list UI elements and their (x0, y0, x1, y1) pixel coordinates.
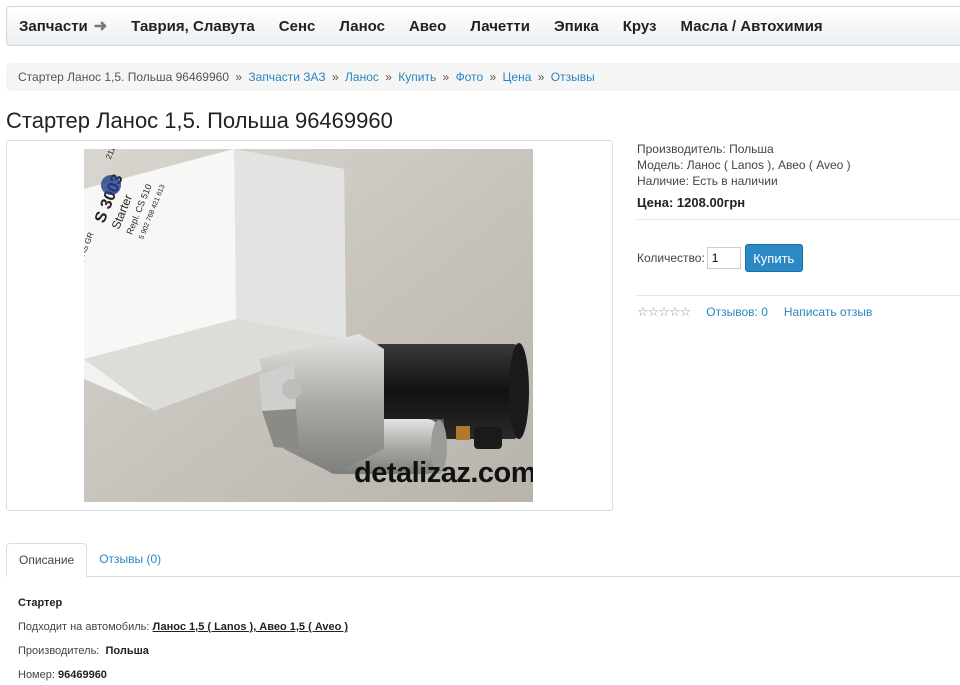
model: Модель: Ланос ( Lanos ), Авео ( Aveo ) (637, 158, 851, 172)
breadcrumb-separator: » (235, 70, 243, 84)
breadcrumb-link-lanos[interactable]: Ланос (345, 70, 379, 84)
maker-value: Польша (105, 645, 149, 657)
description-heading: Стартер (18, 597, 63, 609)
quantity-label: Количество: (637, 251, 705, 265)
nav-item-lanos[interactable]: Ланос (339, 18, 385, 35)
fits-label: Подходит на автомобиль: (18, 621, 150, 633)
number-label: Номер: (18, 669, 55, 681)
tab-description[interactable]: Описание (6, 543, 88, 577)
nav-item-epica[interactable]: Эпика (554, 18, 599, 35)
price: Цена: 1208.00грн (637, 195, 746, 210)
buy-button[interactable]: Купить (744, 244, 803, 272)
quantity-row: Количество: Купить (637, 244, 803, 272)
reviews-count-link[interactable]: Отзывов: 0 (706, 305, 768, 319)
breadcrumb-separator: » (442, 70, 450, 84)
page-title: Стартер Ланос 1,5. Польша 96469960 (6, 108, 393, 133)
breadcrumb-separator: » (385, 70, 392, 84)
divider (637, 295, 960, 296)
nav-item-label: Запчасти (19, 17, 88, 35)
rating-row: ☆☆☆☆☆ Отзывов: 0 Написать отзыв (637, 304, 888, 320)
maker-label: Производитель: (18, 645, 100, 657)
breadcrumb-separator: » (489, 70, 497, 84)
nav-item-sens[interactable]: Сенс (279, 18, 316, 35)
breadcrumb: Стартер Ланос 1,5. Польша 96469960 » Зап… (6, 63, 960, 91)
star-rating-icon: ☆☆☆☆☆ (637, 304, 691, 319)
tab-bar: Описание Отзывы (0) (6, 543, 960, 577)
availability: Наличие: Есть в наличии (637, 174, 778, 188)
divider (637, 219, 960, 220)
fits-value[interactable]: Ланос 1,5 ( Lanos ), Авео 1,5 ( Aveo ) (153, 621, 349, 633)
breadcrumb-separator: » (537, 70, 545, 84)
write-review-link[interactable]: Написать отзыв (784, 305, 872, 319)
product-info: Производитель: Польша Модель: Ланос ( La… (637, 141, 960, 210)
manufacturer: Производитель: Польша (637, 142, 774, 156)
starter-illustration: S 3003 Starter Repl. CS 510 5 902 768 42… (84, 149, 533, 502)
top-navigation: Запчасти ➜ Таврия, Славута Сенс Ланос Аве… (6, 6, 960, 46)
breadcrumb-link-price[interactable]: Цена (503, 70, 532, 84)
tab-reviews[interactable]: Отзывы (0) (87, 543, 173, 577)
nav-item-aveo[interactable]: Авео (409, 18, 446, 35)
nav-item-tavria[interactable]: Таврия, Славута (131, 18, 255, 35)
watermark: detalizaz.com.ua (354, 457, 533, 489)
nav-item-cruze[interactable]: Круз (623, 18, 657, 35)
nav-item-parts[interactable]: Запчасти ➜ (19, 16, 107, 36)
product-photo[interactable]: S 3003 Starter Repl. CS 510 5 902 768 42… (84, 149, 533, 502)
nav-item-oils[interactable]: Масла / Автохимия (681, 18, 823, 35)
arrow-right-icon: ➜ (93, 18, 108, 35)
quantity-input[interactable] (706, 247, 741, 269)
breadcrumb-link-zaz-parts[interactable]: Запчасти ЗАЗ (248, 70, 325, 84)
breadcrumb-separator: » (331, 70, 339, 84)
breadcrumb-link-buy[interactable]: Купить (398, 70, 436, 84)
breadcrumb-link-photo[interactable]: Фото (456, 70, 484, 84)
breadcrumb-link-reviews[interactable]: Отзывы (551, 70, 595, 84)
number-value: 96469960 (57, 669, 107, 681)
nav-item-lacetti[interactable]: Лачетти (470, 18, 530, 35)
breadcrumb-current: Стартер Ланос 1,5. Польша 96469960 (18, 70, 230, 84)
description: Стартер Подходит на автомобиль: Ланос 1,… (18, 591, 348, 685)
